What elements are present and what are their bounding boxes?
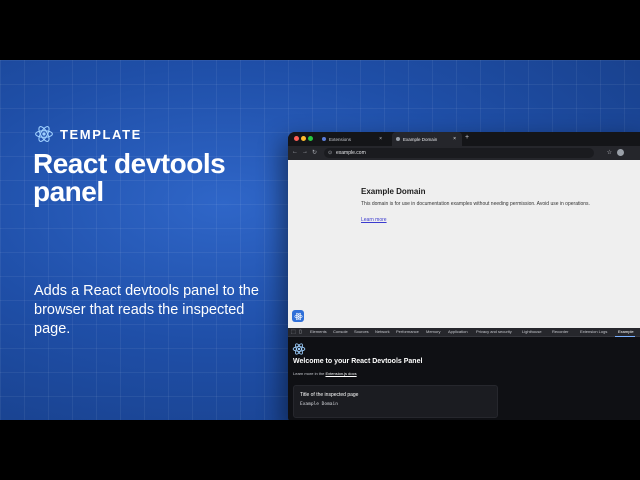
site-info-icon[interactable]: ⊙ bbox=[328, 148, 332, 158]
devtools-tab-network[interactable]: Network bbox=[375, 329, 390, 334]
minimize-window-button[interactable] bbox=[301, 136, 306, 141]
tag-label: TEMPLATE bbox=[60, 126, 142, 142]
devtools-tab-performance[interactable]: Performance bbox=[396, 329, 419, 334]
learn-more-link[interactable]: Learn more bbox=[361, 217, 387, 223]
devtools-tab-elements[interactable]: Elements bbox=[310, 329, 327, 334]
devtools-tab-application[interactable]: Application bbox=[448, 329, 468, 334]
devtools-tab-extension-logs[interactable]: Extension Logs bbox=[580, 329, 607, 334]
letterbox-bottom bbox=[0, 420, 640, 480]
devtools-panel: Welcome to your React Devtools Panel Lea… bbox=[288, 337, 640, 420]
browser-tab-label: Example Domain bbox=[403, 136, 438, 142]
globe-favicon-icon bbox=[396, 137, 400, 141]
browser-tab-example-domain[interactable]: Example Domain × bbox=[392, 132, 462, 146]
extension-docs-link[interactable]: Extension.js docs bbox=[325, 371, 356, 376]
browser-tab-extensions[interactable]: Extensions × bbox=[318, 132, 388, 146]
react-logo-icon bbox=[292, 343, 306, 355]
inspected-page-card: Title of the inspected page Example Doma… bbox=[293, 385, 498, 418]
url-text: example.com bbox=[336, 150, 366, 156]
card-label: Title of the inspected page bbox=[300, 392, 359, 398]
address-bar: ← → ↻ ⊙ example.com ☆ bbox=[288, 146, 640, 160]
page-body-text: This domain is for use in documentation … bbox=[361, 201, 590, 207]
letterbox-top bbox=[0, 0, 640, 60]
new-tab-button[interactable]: + bbox=[465, 134, 469, 141]
page-viewport: Example Domain This domain is for use in… bbox=[288, 160, 640, 328]
devtools-tab-console[interactable]: Console bbox=[333, 329, 348, 334]
react-logo-icon bbox=[293, 312, 303, 320]
devtools-tab-bar: ⬚ ▯ Elements Console Sources Network Per… bbox=[288, 328, 640, 337]
page-heading: Example Domain bbox=[361, 187, 426, 196]
extensions-favicon-icon bbox=[322, 137, 326, 141]
url-field[interactable]: ⊙ example.com bbox=[324, 148, 594, 158]
panel-title: Welcome to your React Devtools Panel bbox=[293, 358, 423, 365]
bookmark-star-icon[interactable]: ☆ bbox=[607, 149, 612, 156]
react-logo-icon bbox=[35, 126, 53, 142]
hero-description: Adds a React devtools panel to the brows… bbox=[34, 283, 259, 337]
hero-title: React devtools panel bbox=[33, 148, 226, 207]
browser-tab-label: Extensions bbox=[329, 136, 352, 142]
card-value: Example Domain bbox=[300, 402, 338, 407]
panel-subtitle-text: Learn more in the bbox=[293, 371, 325, 376]
inspect-element-icon[interactable]: ⬚ bbox=[291, 329, 296, 335]
extension-action-button[interactable] bbox=[292, 310, 304, 322]
browser-window: Extensions × Example Domain × + ← → ↻ ⊙ … bbox=[288, 132, 640, 420]
devtools-tab-example[interactable]: Example bbox=[618, 329, 634, 334]
panel-subtitle: Learn more in the Extension.js docs bbox=[293, 371, 357, 376]
devtools-tab-memory[interactable]: Memory bbox=[426, 329, 440, 334]
close-window-button[interactable] bbox=[294, 136, 299, 141]
maximize-window-button[interactable] bbox=[308, 136, 313, 141]
devtools-tab-recorder[interactable]: Recorder bbox=[552, 329, 568, 334]
profile-avatar[interactable] bbox=[617, 149, 624, 156]
back-arrow-icon[interactable]: ← bbox=[292, 149, 298, 155]
devtools-tab-sources[interactable]: Sources bbox=[354, 329, 369, 334]
template-tag: TEMPLATE bbox=[34, 124, 142, 144]
hero-banner: TEMPLATE React devtools panel Adds a Rea… bbox=[0, 60, 640, 420]
forward-arrow-icon[interactable]: → bbox=[302, 149, 308, 155]
device-toolbar-icon[interactable]: ▯ bbox=[299, 329, 302, 335]
close-tab-icon[interactable]: × bbox=[453, 136, 456, 142]
devtools-tab-lighthouse[interactable]: Lighthouse bbox=[522, 329, 542, 334]
devtools-tab-privacy[interactable]: Privacy and security bbox=[476, 329, 512, 334]
close-tab-icon[interactable]: × bbox=[379, 136, 382, 142]
tab-strip: Extensions × Example Domain × + bbox=[288, 132, 640, 146]
reload-icon[interactable]: ↻ bbox=[312, 149, 317, 156]
